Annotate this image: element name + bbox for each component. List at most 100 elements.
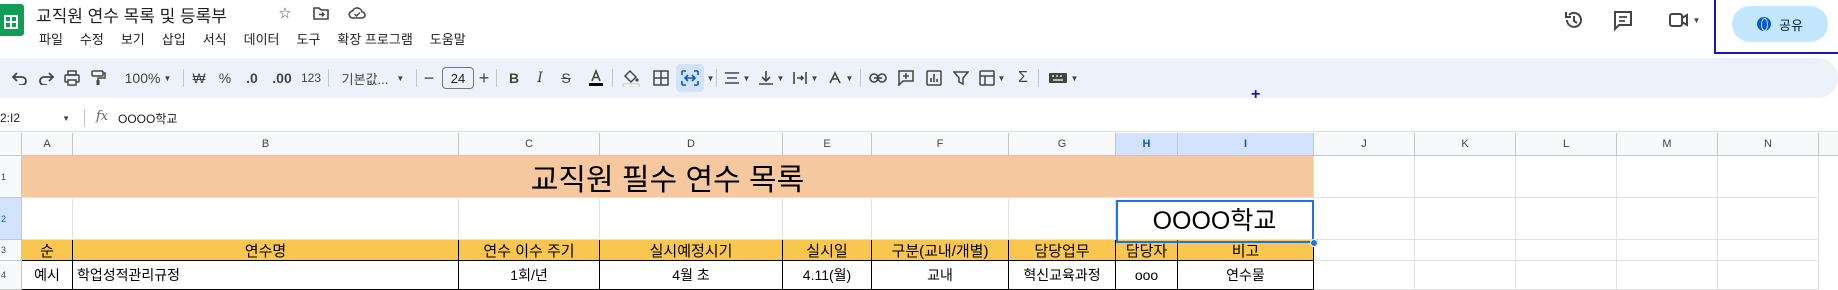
borders-icon[interactable] xyxy=(650,58,672,98)
empty-cell[interactable] xyxy=(1009,198,1116,240)
empty-cell[interactable] xyxy=(1718,261,1819,290)
column-header-f[interactable]: F xyxy=(872,133,1009,156)
move-folder-icon[interactable] xyxy=(312,4,330,22)
menu-file[interactable]: 파일 xyxy=(39,29,63,48)
insert-comment-icon[interactable] xyxy=(894,58,918,98)
empty-cell[interactable] xyxy=(1516,261,1617,290)
star-icon[interactable]: ☆ xyxy=(276,4,294,22)
header-cell[interactable]: 연수 이수 주기 xyxy=(459,240,600,261)
sheets-logo[interactable] xyxy=(0,4,24,36)
fill-handle[interactable] xyxy=(1310,239,1318,247)
column-header-a[interactable]: A xyxy=(22,133,73,156)
table-cell[interactable]: 연수물 xyxy=(1178,261,1314,290)
empty-cell[interactable] xyxy=(459,198,600,240)
empty-cell[interactable] xyxy=(1617,156,1718,198)
currency-format-button[interactable]: ₩ xyxy=(190,58,208,98)
row-header-2[interactable]: 2 xyxy=(0,198,22,240)
menu-insert[interactable]: 삽입 xyxy=(162,29,186,48)
text-rotation-icon[interactable]: ▼ xyxy=(824,58,856,98)
table-cell[interactable]: 예시 xyxy=(22,261,73,290)
menu-extensions[interactable]: 확장 프로그램 xyxy=(337,29,412,48)
header-cell[interactable]: 순 xyxy=(22,240,73,261)
row-header-1[interactable]: 1 xyxy=(0,156,22,198)
formula-input[interactable]: OOOO학교 xyxy=(118,110,177,127)
empty-cell[interactable] xyxy=(872,198,1009,240)
banner-title-cell[interactable]: 교직원 필수 연수 목록 xyxy=(22,156,1314,198)
header-cell[interactable]: 실시예정시기 xyxy=(600,240,783,261)
input-tools-icon[interactable]: ▼ xyxy=(1044,58,1082,98)
merge-cells-icon[interactable] xyxy=(676,64,704,92)
filter-views-icon[interactable]: ▼ xyxy=(976,58,1008,98)
header-cell[interactable]: 담당업무 xyxy=(1009,240,1116,261)
column-header-h[interactable]: H xyxy=(1116,133,1178,156)
table-cell[interactable]: 학업성적관리규정 xyxy=(73,261,459,290)
column-header-g[interactable]: G xyxy=(1009,133,1116,156)
row-header-3[interactable]: 3 xyxy=(0,240,22,261)
table-cell[interactable]: 4.11(월) xyxy=(783,261,872,290)
header-cell[interactable]: 비고 xyxy=(1178,240,1314,261)
menu-edit[interactable]: 수정 xyxy=(80,29,104,48)
empty-cell[interactable] xyxy=(1314,261,1415,290)
column-header-n[interactable]: N xyxy=(1718,133,1819,156)
name-box[interactable]: 2:I2 ▼ xyxy=(0,108,74,128)
font-family-select[interactable]: 기본값... ▼ xyxy=(336,58,410,98)
empty-cell[interactable] xyxy=(1718,198,1819,240)
empty-cell[interactable] xyxy=(1314,156,1415,198)
empty-cell[interactable] xyxy=(1314,198,1415,240)
table-cell[interactable]: 1회/년 xyxy=(459,261,600,290)
meet-icon[interactable]: ▼ xyxy=(1664,7,1704,33)
column-header-m[interactable]: M xyxy=(1617,133,1718,156)
insert-chart-icon[interactable] xyxy=(922,58,946,98)
percent-format-button[interactable]: % xyxy=(216,58,234,98)
text-wrapping-icon[interactable]: ▼ xyxy=(790,58,820,98)
empty-cell[interactable] xyxy=(1617,261,1718,290)
empty-cell[interactable] xyxy=(1516,156,1617,198)
header-cell[interactable]: 실시일 xyxy=(783,240,872,261)
number-format-button[interactable]: 123 xyxy=(298,58,324,98)
filter-icon[interactable] xyxy=(950,58,972,98)
italic-icon[interactable]: I xyxy=(530,58,550,98)
history-icon[interactable] xyxy=(1561,7,1587,33)
row-header-4[interactable]: 4 xyxy=(0,261,22,290)
horizontal-align-icon[interactable]: ▼ xyxy=(722,58,752,98)
column-header-d[interactable]: D xyxy=(600,133,783,156)
column-header-e[interactable]: E xyxy=(783,133,872,156)
column-header-j[interactable]: J xyxy=(1314,133,1415,156)
empty-cell[interactable] xyxy=(1314,240,1415,261)
strikethrough-icon[interactable]: S xyxy=(556,58,576,98)
empty-cell[interactable] xyxy=(1617,198,1718,240)
column-header-c[interactable]: C xyxy=(459,133,600,156)
vertical-align-icon[interactable]: ▼ xyxy=(756,58,786,98)
table-cell[interactable]: 4월 초 xyxy=(600,261,783,290)
header-cell[interactable]: 연수명 xyxy=(73,240,459,261)
table-cell[interactable]: 교내 xyxy=(872,261,1009,290)
header-cell[interactable]: 담당자 xyxy=(1116,240,1178,261)
functions-icon[interactable]: Σ xyxy=(1012,58,1034,98)
column-header-i[interactable]: I xyxy=(1178,133,1314,156)
table-cell[interactable]: 혁신교육과정 xyxy=(1009,261,1116,290)
empty-cell[interactable] xyxy=(600,198,783,240)
empty-cell[interactable] xyxy=(1415,156,1516,198)
empty-cell[interactable] xyxy=(22,198,73,240)
menu-tools[interactable]: 도구 xyxy=(297,29,321,48)
document-title[interactable]: 교직원 연수 목록 및 등록부 xyxy=(36,2,227,27)
insert-link-icon[interactable] xyxy=(866,58,890,98)
undo-icon[interactable] xyxy=(10,58,30,98)
column-header-b[interactable]: B xyxy=(73,133,459,156)
empty-cell[interactable] xyxy=(1617,240,1718,261)
empty-cell[interactable] xyxy=(1516,240,1617,261)
empty-cell[interactable] xyxy=(1718,240,1819,261)
decrease-decimal-button[interactable]: .0 xyxy=(240,58,264,98)
font-size-input[interactable]: 24 xyxy=(442,67,474,89)
menu-view[interactable]: 보기 xyxy=(121,29,145,48)
redo-icon[interactable] xyxy=(36,58,56,98)
fill-color-icon[interactable] xyxy=(620,58,642,98)
chevron-down-icon[interactable]: ▼ xyxy=(704,58,715,98)
empty-cell[interactable] xyxy=(1415,261,1516,290)
cloud-saved-icon[interactable] xyxy=(348,4,366,22)
menu-help[interactable]: 도움말 xyxy=(430,29,466,48)
increase-font-size-button[interactable]: + xyxy=(476,58,492,98)
zoom-select[interactable]: 100% ▼ xyxy=(116,58,180,98)
share-button[interactable]: 공유 xyxy=(1732,6,1828,42)
empty-cell[interactable] xyxy=(783,198,872,240)
